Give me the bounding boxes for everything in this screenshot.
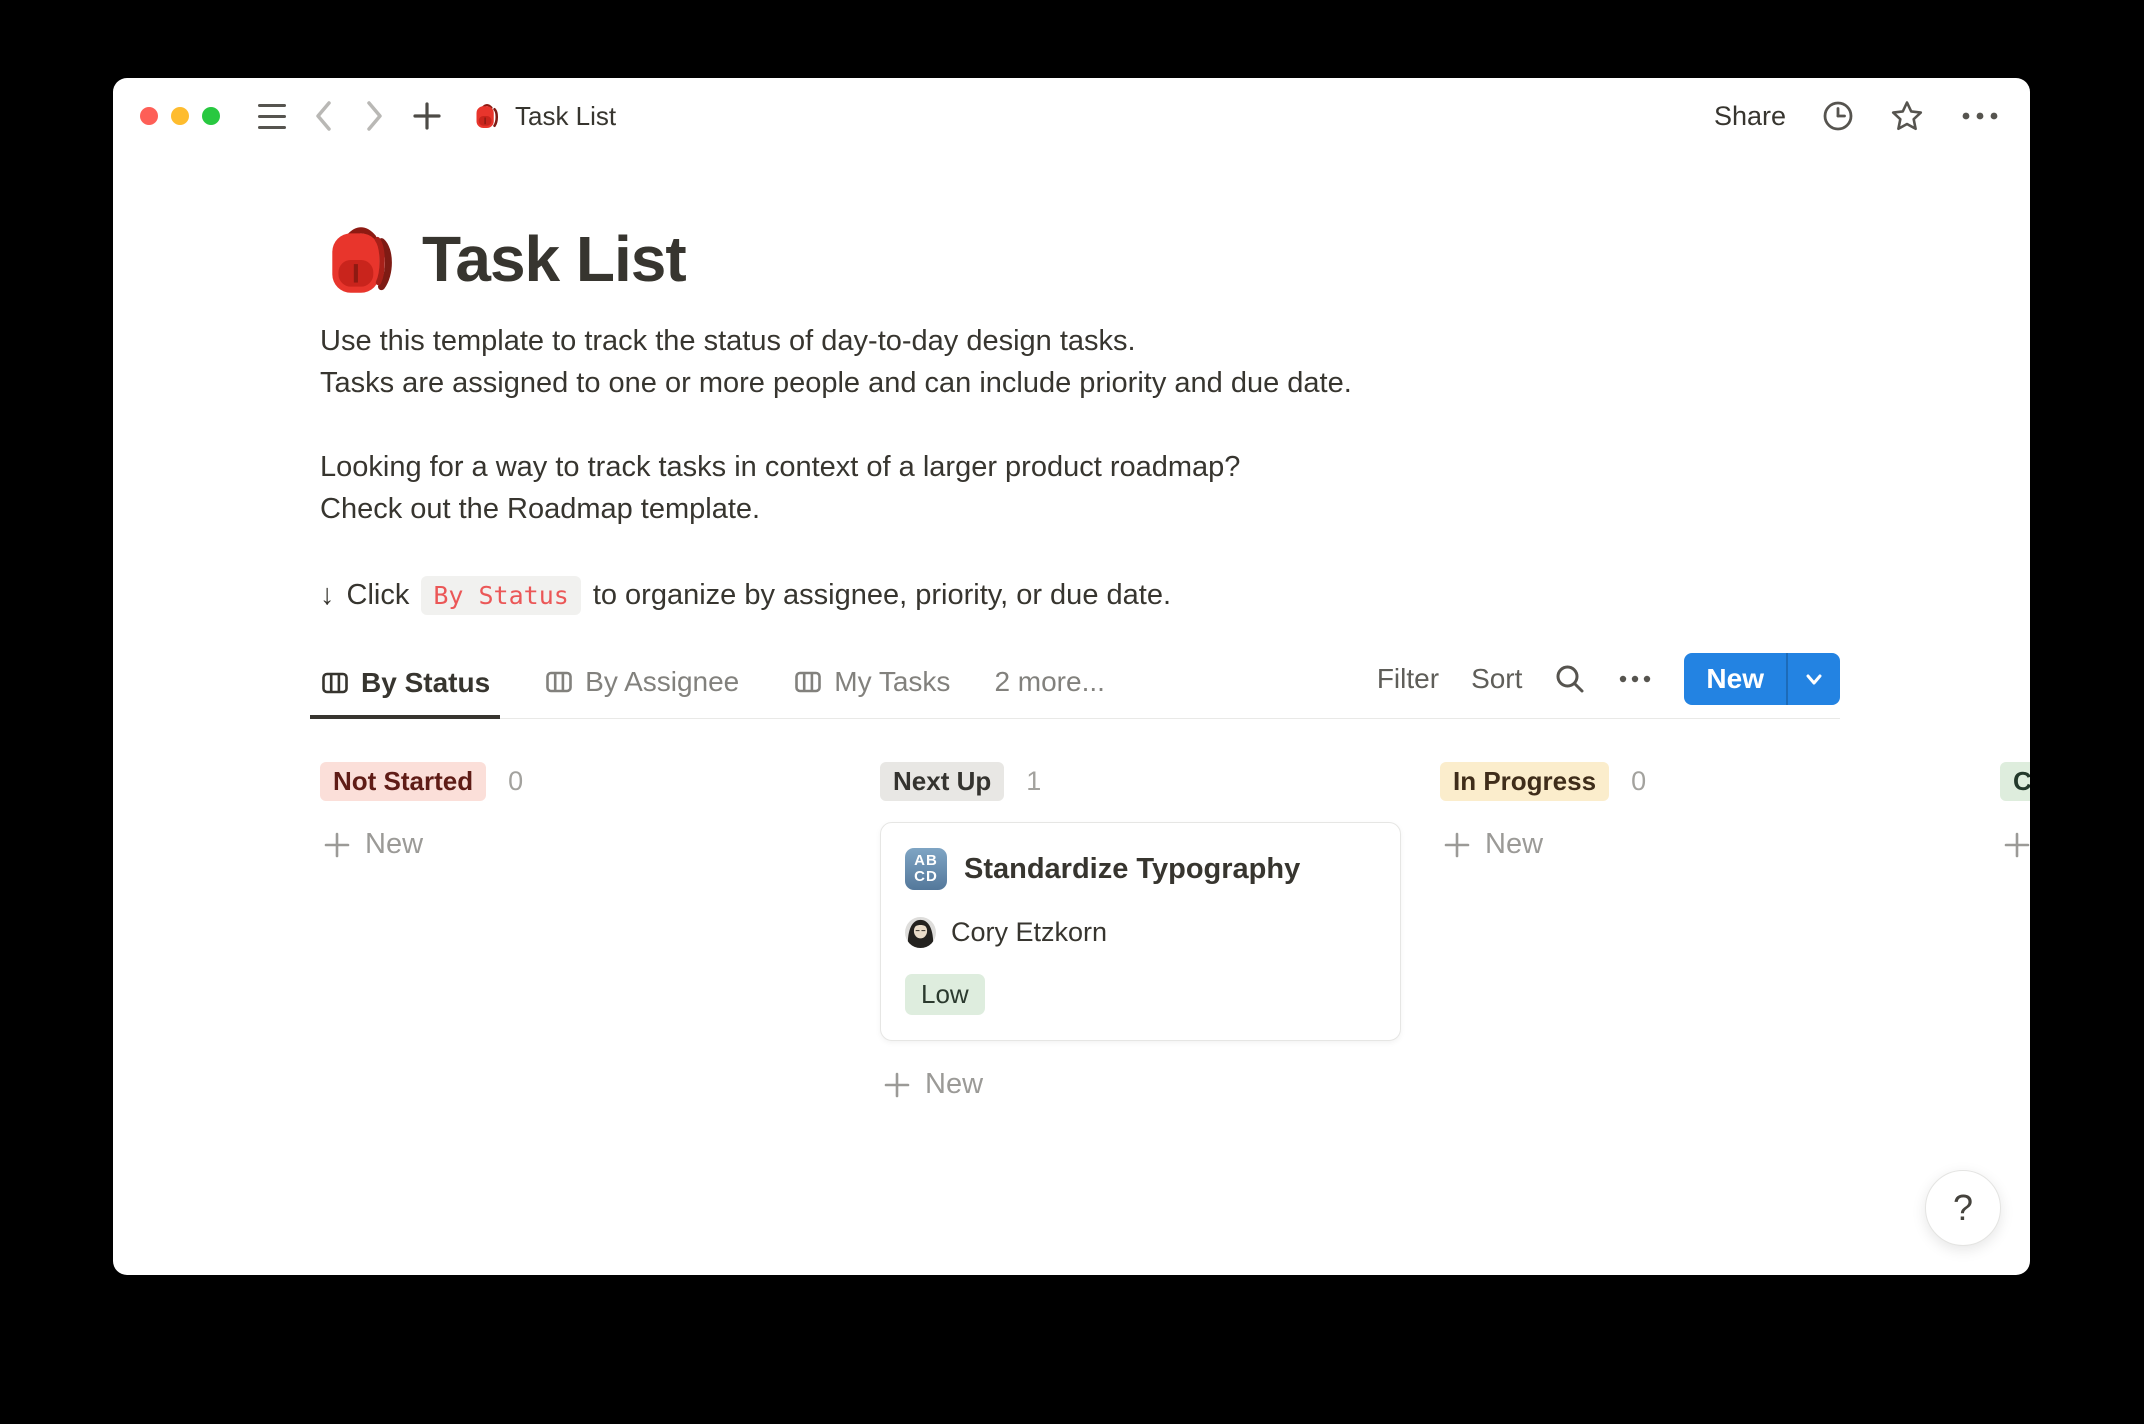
traffic-lights bbox=[140, 107, 220, 125]
forward-icon[interactable] bbox=[362, 98, 386, 134]
board-column-in-progress: In Progress 0 New bbox=[1440, 761, 1961, 1101]
avatar bbox=[905, 917, 936, 948]
tab-by-assignee[interactable]: By Assignee bbox=[534, 666, 749, 718]
kanban-board: Not Started 0 New Next Up 1 ABCD Standar… bbox=[113, 761, 2030, 1101]
add-card-button[interactable]: New bbox=[2000, 828, 2030, 861]
column-header: Next Up 1 bbox=[880, 761, 1401, 801]
close-window-button[interactable] bbox=[140, 107, 158, 125]
backpack-icon bbox=[472, 101, 502, 131]
desktop-background: { "titlebar": { "title": "Task List", "s… bbox=[0, 0, 2144, 1424]
sidebar-toggle-icon[interactable] bbox=[258, 104, 286, 129]
status-badge[interactable]: Not Started bbox=[320, 762, 486, 801]
backpack-page-icon[interactable] bbox=[320, 218, 402, 302]
page-content: Task List Use this template to track the… bbox=[113, 214, 1840, 719]
page-title: Task List bbox=[422, 222, 686, 296]
board-column-not-started: Not Started 0 New bbox=[320, 761, 841, 1101]
tab-label: My Tasks bbox=[834, 666, 950, 698]
updates-clock-icon[interactable] bbox=[1822, 100, 1854, 132]
titlebar: Task List Share bbox=[113, 78, 2030, 154]
new-button-label[interactable]: New bbox=[1684, 653, 1786, 705]
column-count: 1 bbox=[1026, 766, 1041, 797]
new-button[interactable]: New bbox=[1684, 653, 1840, 705]
board-column-completed: Completed New bbox=[2000, 761, 2030, 1101]
view-tabs: By Status By Assignee My Tasks 2 more... bbox=[310, 666, 1105, 718]
status-badge[interactable]: In Progress bbox=[1440, 762, 1609, 801]
description-line: Check out the Roadmap template. bbox=[320, 488, 1840, 530]
notion-window: Task List Share Task Lis bbox=[113, 78, 2030, 1275]
plus-icon bbox=[1443, 831, 1471, 859]
tab-by-status[interactable]: By Status bbox=[310, 667, 500, 719]
column-count: 0 bbox=[508, 766, 523, 797]
board-column-next-up: Next Up 1 ABCD Standardize Typography bbox=[880, 761, 1401, 1101]
view-options-icon[interactable] bbox=[1618, 674, 1652, 684]
view-toolbar: By Status By Assignee My Tasks 2 more...… bbox=[320, 653, 1840, 719]
filter-button[interactable]: Filter bbox=[1377, 663, 1439, 695]
view-actions: Filter Sort New bbox=[1377, 653, 1840, 718]
titlebar-page-title: Task List bbox=[515, 101, 616, 132]
hint-line: ↓ Click By Status to organize by assigne… bbox=[320, 576, 1840, 615]
more-options-icon[interactable] bbox=[1960, 110, 2000, 122]
tab-my-tasks[interactable]: My Tasks bbox=[783, 666, 960, 718]
column-count: 0 bbox=[1631, 766, 1646, 797]
help-button[interactable]: ? bbox=[1925, 1170, 2001, 1246]
new-tab-plus-icon[interactable] bbox=[412, 101, 442, 131]
card-title-row: ABCD Standardize Typography bbox=[905, 848, 1376, 890]
more-tabs-button[interactable]: 2 more... bbox=[994, 666, 1104, 718]
sort-button[interactable]: Sort bbox=[1471, 663, 1522, 695]
add-card-button[interactable]: New bbox=[320, 828, 841, 861]
add-card-label: New bbox=[365, 828, 423, 861]
priority-badge: Low bbox=[905, 974, 985, 1015]
status-badge[interactable]: Completed bbox=[2000, 762, 2030, 801]
hint-code-tag: By Status bbox=[421, 576, 580, 615]
add-card-button[interactable]: New bbox=[880, 1068, 1401, 1101]
tab-label: By Assignee bbox=[585, 666, 739, 698]
chevron-down-icon[interactable] bbox=[1788, 653, 1840, 705]
share-button[interactable]: Share bbox=[1714, 101, 1786, 132]
card-priority-row: Low bbox=[905, 974, 1376, 1015]
description-line: Looking for a way to track tasks in cont… bbox=[320, 446, 1840, 488]
card-assignee-row: Cory Etzkorn bbox=[905, 917, 1376, 948]
hint-prefix: Click bbox=[347, 579, 410, 612]
description-line: Use this template to track the status of… bbox=[320, 320, 1840, 362]
page-description: Use this template to track the status of… bbox=[320, 320, 1840, 530]
board-view-icon bbox=[544, 667, 574, 697]
add-card-label: New bbox=[1485, 828, 1543, 861]
board-view-icon bbox=[793, 667, 823, 697]
hint-suffix: to organize by assignee, priority, or du… bbox=[593, 579, 1171, 612]
task-card[interactable]: ABCD Standardize Typography bbox=[880, 822, 1401, 1041]
column-header: Completed bbox=[2000, 761, 2030, 801]
down-arrow-glyph: ↓ bbox=[320, 579, 335, 612]
back-icon[interactable] bbox=[312, 98, 336, 134]
column-header: Not Started 0 bbox=[320, 761, 841, 801]
plus-icon bbox=[323, 831, 351, 859]
description-line: Tasks are assigned to one or more people… bbox=[320, 362, 1840, 404]
column-header: In Progress 0 bbox=[1440, 761, 1961, 801]
tab-label: By Status bbox=[361, 667, 490, 699]
assignee-name: Cory Etzkorn bbox=[951, 917, 1107, 948]
board-view-icon bbox=[320, 668, 350, 698]
favorite-star-icon[interactable] bbox=[1890, 99, 1924, 133]
card-title: Standardize Typography bbox=[964, 853, 1300, 886]
status-badge[interactable]: Next Up bbox=[880, 762, 1004, 801]
add-card-label: New bbox=[925, 1068, 983, 1101]
search-icon[interactable] bbox=[1554, 663, 1586, 695]
abcd-input-letters-icon: ABCD bbox=[905, 848, 947, 890]
plus-icon bbox=[883, 1071, 911, 1099]
page-header: Task List bbox=[320, 214, 1840, 302]
zoom-window-button[interactable] bbox=[202, 107, 220, 125]
add-card-button[interactable]: New bbox=[1440, 828, 1961, 861]
plus-icon bbox=[2003, 831, 2030, 859]
minimize-window-button[interactable] bbox=[171, 107, 189, 125]
